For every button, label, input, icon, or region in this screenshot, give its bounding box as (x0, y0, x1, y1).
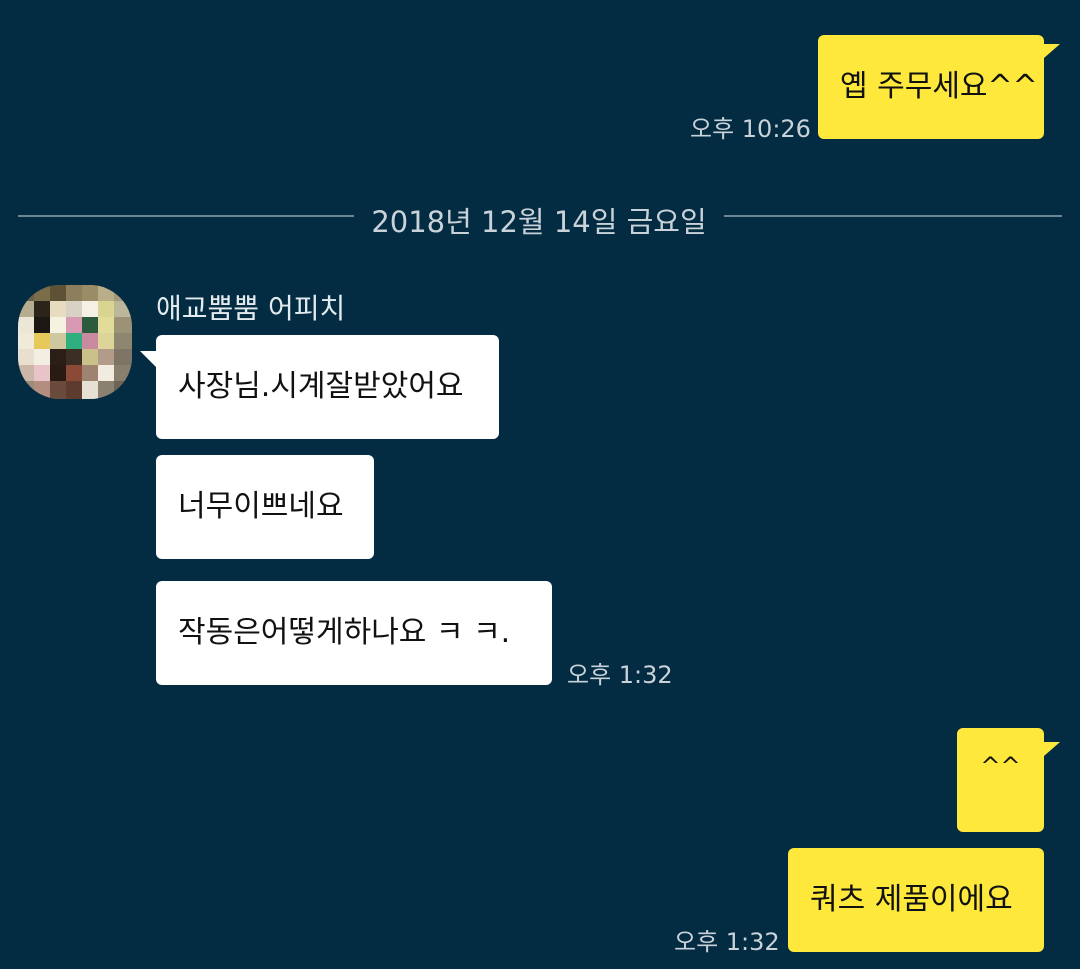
received-message-bubble[interactable]: 작동은어떻게하나요 ㅋ ㅋ. (156, 581, 552, 685)
message-text: ^^ (980, 752, 1021, 780)
message-text: 사장님.시계잘받았어요 (178, 369, 464, 404)
sent-message-bubble[interactable]: 옙 주무세요^^ (818, 35, 1044, 139)
sent-message-bubble[interactable]: ^^ (957, 728, 1044, 832)
received-message-bubble[interactable]: 너무이쁘네요 (156, 455, 374, 559)
message-timestamp: 오후 10:26 (690, 115, 811, 143)
bubble-tail (1044, 44, 1060, 58)
message-timestamp: 오후 1:32 (567, 661, 673, 689)
date-divider: 2018년 12월 14일 금요일 (371, 205, 707, 239)
message-text: 작동은어떻게하나요 ㅋ ㅋ. (178, 615, 511, 650)
bubble-tail (140, 351, 156, 367)
message-timestamp: 오후 1:32 (674, 928, 780, 956)
avatar[interactable] (18, 285, 132, 399)
date-divider-line-right (724, 215, 1062, 217)
received-message-bubble[interactable]: 사장님.시계잘받았어요 (156, 335, 499, 439)
message-text: 너무이쁘네요 (178, 489, 344, 524)
sender-name: 애교뿜뿜 어피치 (156, 292, 346, 325)
date-divider-line-left (18, 215, 354, 217)
bubble-tail (1044, 742, 1060, 756)
sent-message-bubble[interactable]: 쿼츠 제품이에요 (788, 848, 1044, 952)
message-text: 쿼츠 제품이에요 (810, 882, 1013, 917)
message-text: 옙 주무세요^^ (840, 69, 1038, 104)
